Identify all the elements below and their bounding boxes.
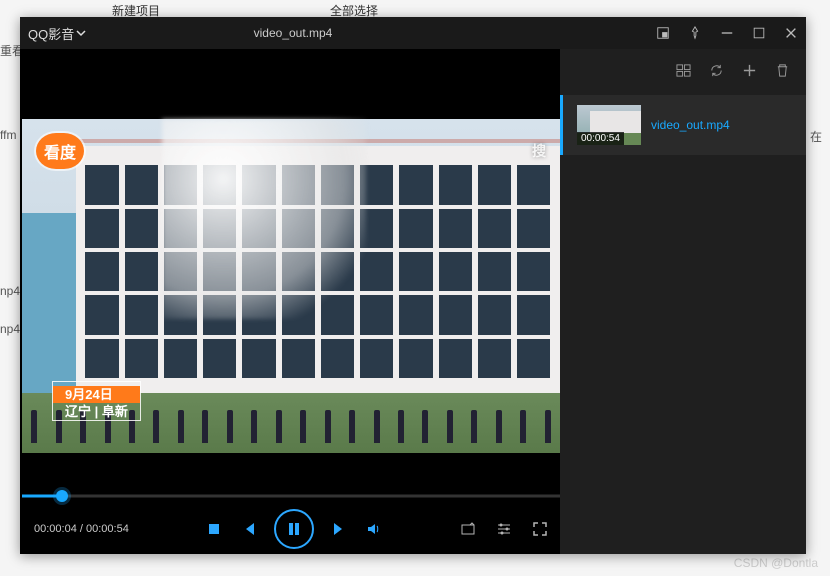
qq-player-window: QQ影音 video_out.mp4 xyxy=(20,17,806,554)
playlist-toolbar xyxy=(560,49,806,95)
caption-location: 辽宁 | 阜新 xyxy=(53,403,140,420)
snapshot-button[interactable] xyxy=(460,521,476,537)
control-bar: 00:00:04 / 00:00:54 xyxy=(22,504,560,554)
time-display: 00:00:04 / 00:00:54 xyxy=(34,523,129,535)
minimize-button[interactable] xyxy=(720,26,734,40)
caption-box: 9月24日 辽宁 | 阜新 xyxy=(52,381,141,421)
playlist-item[interactable]: 00:00:54 video_out.mp4 xyxy=(560,95,806,155)
playlist-thumbnail: 00:00:54 xyxy=(577,105,641,145)
video-frame: 看度 搜 9月24日 辽宁 | 阜新 xyxy=(22,119,560,453)
progress-knob[interactable] xyxy=(56,490,68,502)
playlist-view-button[interactable] xyxy=(676,63,691,81)
stop-button[interactable] xyxy=(206,521,222,537)
chevron-down-icon xyxy=(76,28,86,38)
pin-button[interactable] xyxy=(688,26,702,40)
playlist-add-button[interactable] xyxy=(742,63,757,81)
prev-button[interactable] xyxy=(240,521,256,537)
playlist-panel: 00:00:54 video_out.mp4 xyxy=(560,49,806,554)
maximize-button[interactable] xyxy=(752,26,766,40)
play-pause-button[interactable] xyxy=(274,509,314,549)
page-watermark: CSDN @Dontla xyxy=(734,556,818,570)
brand-text: QQ影音 xyxy=(28,24,74,43)
progress-bar[interactable] xyxy=(22,488,560,504)
video-panel: 看度 搜 9月24日 辽宁 | 阜新 00:00:04 / 00:00:54 xyxy=(20,49,560,554)
fullscreen-button[interactable] xyxy=(532,521,548,537)
app-brand[interactable]: QQ影音 xyxy=(28,24,86,43)
pause-icon xyxy=(286,521,302,537)
channel-logo: 看度 xyxy=(36,133,84,169)
video-canvas[interactable]: 看度 搜 9月24日 辽宁 | 阜新 xyxy=(22,49,560,488)
thumbnail-duration: 00:00:54 xyxy=(577,132,624,145)
settings-button[interactable] xyxy=(496,521,512,537)
playlist-loop-button[interactable] xyxy=(709,63,724,81)
next-button[interactable] xyxy=(332,521,348,537)
volume-button[interactable] xyxy=(366,521,382,537)
mini-mode-button[interactable] xyxy=(656,26,670,40)
close-button[interactable] xyxy=(784,26,798,40)
playlist-item-name: video_out.mp4 xyxy=(651,118,730,132)
titlebar: QQ影音 video_out.mp4 xyxy=(20,17,806,49)
playlist-delete-button[interactable] xyxy=(775,63,790,81)
video-watermark: 搜 xyxy=(532,141,546,161)
caption-date: 9月24日 xyxy=(53,386,140,403)
